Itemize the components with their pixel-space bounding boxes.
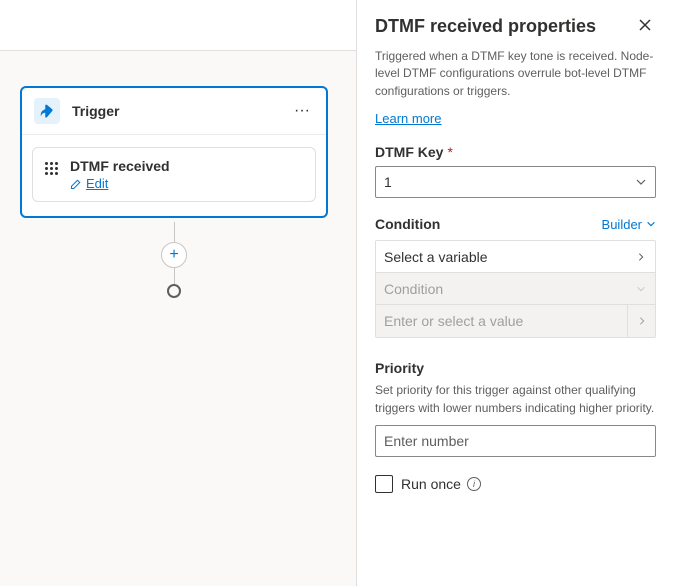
priority-label: Priority <box>375 360 656 376</box>
more-menu-button[interactable]: ··· <box>290 102 314 120</box>
trigger-node-body: DTMF received Edit <box>22 135 326 216</box>
panel-title: DTMF received properties <box>375 16 596 37</box>
chevron-right-icon <box>635 251 647 263</box>
condition-operator-label: Condition <box>384 281 443 297</box>
edit-link-label: Edit <box>86 176 108 191</box>
pencil-icon <box>70 178 82 190</box>
priority-input[interactable] <box>375 425 656 457</box>
run-once-row: Run once i <box>375 475 656 493</box>
trigger-node[interactable]: Trigger ··· DTMF received Edit <box>20 86 328 218</box>
edit-link[interactable]: Edit <box>70 176 170 191</box>
select-variable-label: Select a variable <box>384 249 488 265</box>
close-button[interactable] <box>634 16 656 38</box>
node-connector: + <box>173 222 175 342</box>
dtmf-key-value: 1 <box>384 174 392 190</box>
select-variable-row[interactable]: Select a variable <box>376 241 655 273</box>
builder-toggle[interactable]: Builder <box>602 217 656 232</box>
dtmf-received-card[interactable]: DTMF received Edit <box>32 147 316 202</box>
trigger-icon <box>34 98 60 124</box>
chevron-down-icon <box>646 219 656 229</box>
dtmf-key-label: DTMF Key* <box>375 144 656 160</box>
trigger-node-header: Trigger ··· <box>22 88 326 135</box>
condition-builder: Select a variable Condition Enter or sel… <box>375 240 656 338</box>
end-node-icon <box>167 284 181 298</box>
run-once-label: Run once <box>401 476 461 492</box>
builder-label: Builder <box>602 217 642 232</box>
properties-panel: DTMF received properties Triggered when … <box>356 0 674 586</box>
condition-label: Condition <box>375 216 440 232</box>
priority-help-text: Set priority for this trigger against ot… <box>375 382 656 417</box>
trigger-node-title: Trigger <box>72 103 290 119</box>
required-indicator: * <box>447 144 452 160</box>
condition-value-label: Enter or select a value <box>384 313 523 329</box>
flow-canvas: Trigger ··· DTMF received Edit <box>0 50 356 586</box>
chevron-down-icon <box>635 283 647 295</box>
panel-description: Triggered when a DTMF key tone is receiv… <box>375 48 656 100</box>
run-once-checkbox[interactable] <box>375 475 393 493</box>
add-node-button[interactable]: + <box>161 242 187 268</box>
keypad-icon <box>45 162 58 175</box>
condition-operator-row: Condition <box>376 273 655 305</box>
chevron-right-icon <box>627 305 655 337</box>
dtmf-card-title: DTMF received <box>70 158 170 174</box>
learn-more-link[interactable]: Learn more <box>375 111 441 126</box>
dtmf-key-select[interactable]: 1 <box>375 166 656 198</box>
chevron-down-icon <box>635 176 647 188</box>
close-icon <box>638 18 652 32</box>
condition-value-row: Enter or select a value <box>376 305 655 337</box>
info-icon[interactable]: i <box>467 477 481 491</box>
